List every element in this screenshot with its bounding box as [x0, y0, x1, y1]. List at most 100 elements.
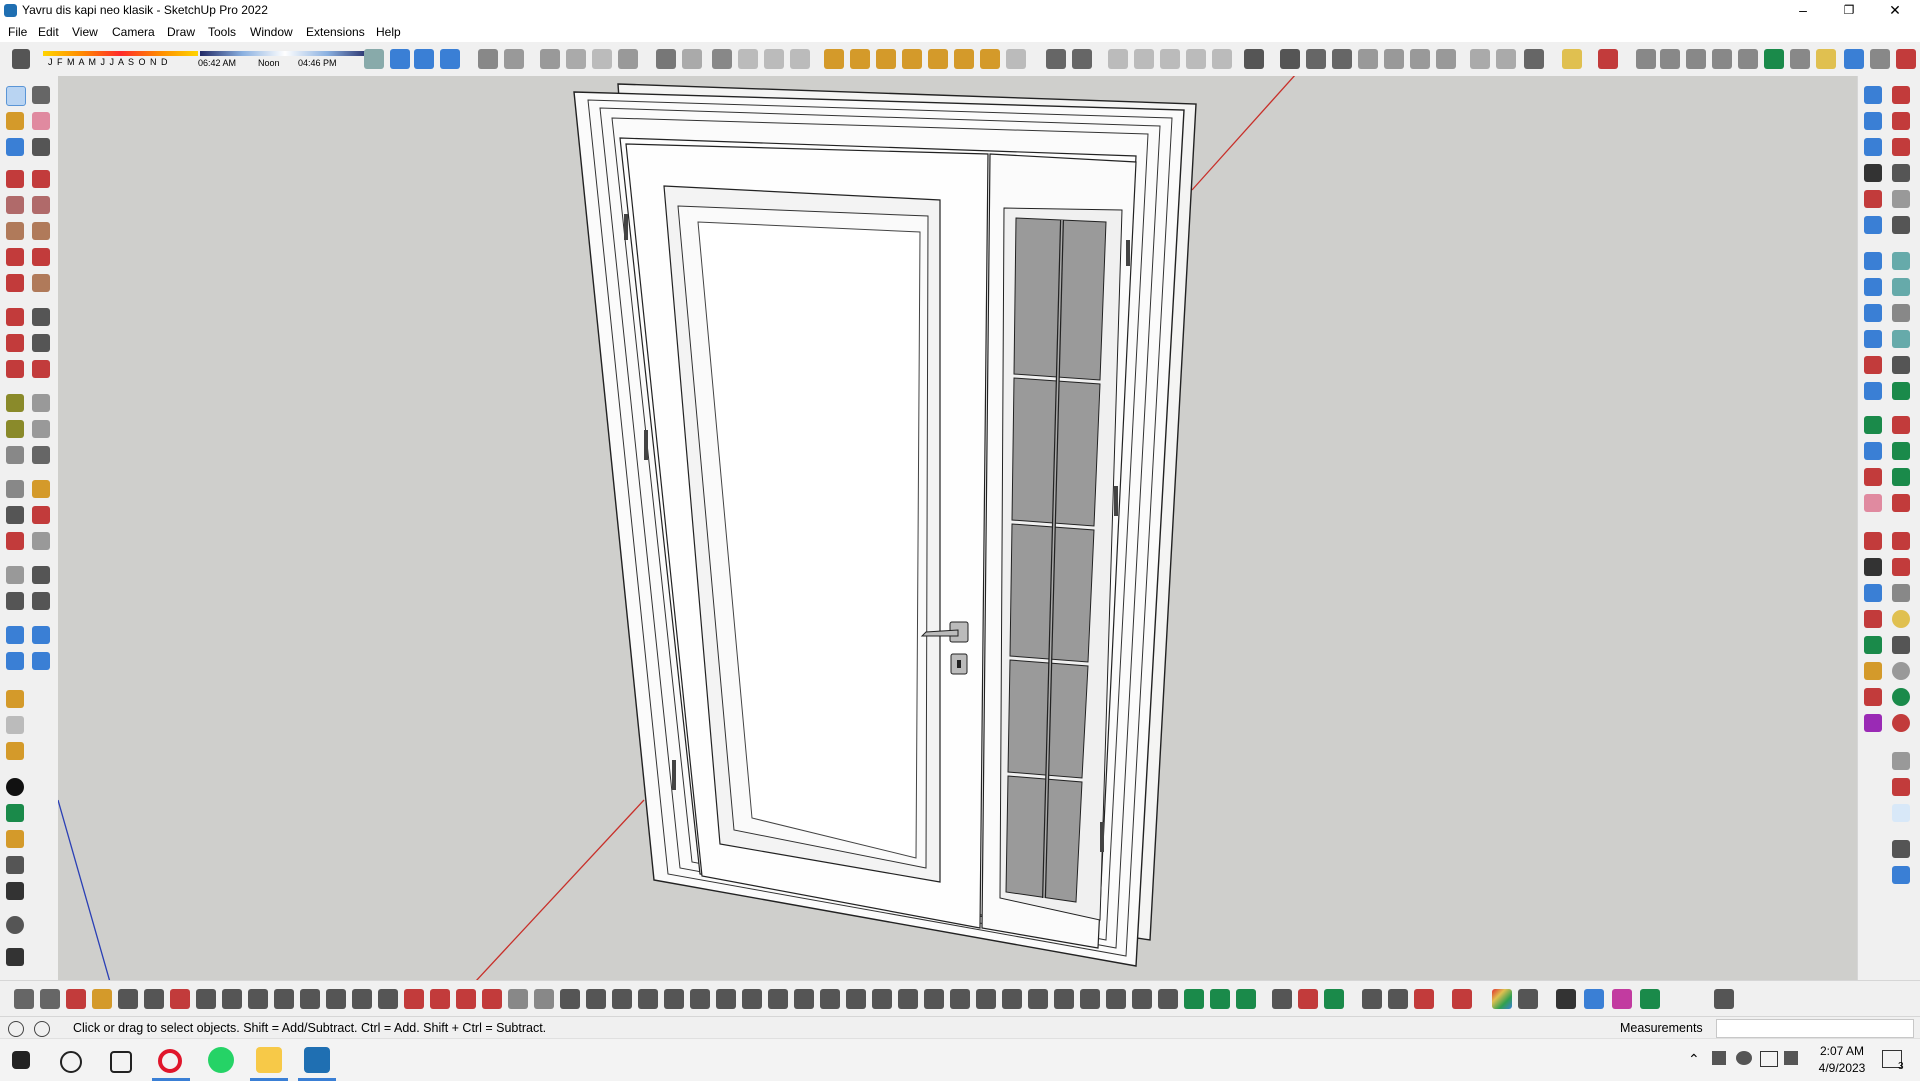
- copy-along-icon[interactable]: [1496, 49, 1516, 69]
- menu-extensions[interactable]: Extensions: [306, 25, 365, 39]
- warehouse-search-icon[interactable]: [6, 626, 24, 644]
- lasso-icon[interactable]: [32, 86, 50, 104]
- drape-icon[interactable]: [902, 49, 922, 69]
- bottom-tool-6-icon[interactable]: [144, 989, 164, 1009]
- bottom-tool-24-icon[interactable]: [612, 989, 632, 1009]
- bottom-tool-35-icon[interactable]: [898, 989, 918, 1009]
- split-icon[interactable]: [1186, 49, 1206, 69]
- flip-edge-icon[interactable]: [928, 49, 948, 69]
- extension-warehouse-icon[interactable]: [32, 652, 50, 670]
- bottom-tool-21-icon[interactable]: [534, 989, 554, 1009]
- more-tools-icon[interactable]: [1896, 49, 1916, 69]
- push-pull-icon[interactable]: [32, 308, 50, 326]
- circle-shape-icon[interactable]: [1660, 49, 1680, 69]
- windows-start-icon[interactable]: [12, 1051, 30, 1069]
- bottom-tool-47-icon[interactable]: [1210, 989, 1230, 1009]
- network-icon[interactable]: [1760, 1051, 1778, 1067]
- bottom-tool-15-icon[interactable]: [378, 989, 398, 1009]
- union-icon[interactable]: [1108, 49, 1128, 69]
- position-camera-icon[interactable]: [6, 566, 24, 584]
- hidden-line-icon[interactable]: [566, 49, 586, 69]
- textures-icon[interactable]: [618, 49, 638, 69]
- bottom-tool-23-icon[interactable]: [586, 989, 606, 1009]
- pan-icon[interactable]: [32, 480, 50, 498]
- offset-icon[interactable]: [32, 360, 50, 378]
- bottom-tool-26-icon[interactable]: [664, 989, 684, 1009]
- bottom-tool-16-icon[interactable]: [404, 989, 424, 1009]
- bottom-tool-27-icon[interactable]: [690, 989, 710, 1009]
- circle-icon[interactable]: [6, 222, 24, 240]
- bottom-tool-43-icon[interactable]: [1106, 989, 1126, 1009]
- right-tool-30-icon[interactable]: [1892, 468, 1910, 486]
- bottom-tool-2-icon[interactable]: [40, 989, 60, 1009]
- bottom-tool-42-icon[interactable]: [1080, 989, 1100, 1009]
- previous-view-icon[interactable]: [32, 532, 50, 550]
- three-point-arc-icon[interactable]: [6, 274, 24, 292]
- bottom-tool-44-icon[interactable]: [1132, 989, 1152, 1009]
- sketchup-taskbar-icon[interactable]: [304, 1047, 330, 1073]
- bottom-tool-36-icon[interactable]: [924, 989, 944, 1009]
- iso-view-icon[interactable]: [390, 49, 410, 69]
- section-fill-icon[interactable]: [682, 49, 702, 69]
- zoom-extents-icon[interactable]: [6, 532, 24, 550]
- menu-camera[interactable]: Camera: [112, 25, 155, 39]
- pie-icon[interactable]: [32, 274, 50, 292]
- info-icon[interactable]: [34, 1021, 50, 1037]
- bottom-tool-50-icon[interactable]: [1298, 989, 1318, 1009]
- split-face-icon[interactable]: [1212, 49, 1232, 69]
- right-tool-31-icon[interactable]: [1864, 494, 1882, 512]
- bottom-tool-19-icon[interactable]: [482, 989, 502, 1009]
- polyline-icon[interactable]: [1870, 49, 1890, 69]
- bottom-tool-60-icon[interactable]: [1612, 989, 1632, 1009]
- select-tool-icon[interactable]: [6, 86, 26, 106]
- orbit-icon[interactable]: [364, 49, 384, 69]
- line-icon[interactable]: [6, 170, 24, 188]
- rectangle-icon[interactable]: [6, 196, 24, 214]
- bottom-tool-32-icon[interactable]: [820, 989, 840, 1009]
- menu-edit[interactable]: Edit: [38, 25, 59, 39]
- extension-left-icon[interactable]: [6, 742, 24, 760]
- eraser-pencil-icon[interactable]: [1598, 49, 1618, 69]
- walk-icon[interactable]: [6, 592, 24, 610]
- tray-chevron-icon[interactable]: ⌃: [1688, 1051, 1700, 1068]
- bottom-tool-51-icon[interactable]: [1324, 989, 1344, 1009]
- ellipse-shape-icon[interactable]: [1686, 49, 1706, 69]
- eraser-icon[interactable]: [32, 112, 50, 130]
- menu-view[interactable]: View: [72, 25, 98, 39]
- right-tool-51-icon[interactable]: [1892, 804, 1910, 822]
- right-tool-9-icon[interactable]: [1864, 190, 1882, 208]
- right-tool-25-icon[interactable]: [1864, 416, 1882, 434]
- smoove-icon[interactable]: [954, 49, 974, 69]
- right-tool-12-icon[interactable]: [1892, 216, 1910, 234]
- solid-tools-icon[interactable]: [1006, 49, 1026, 69]
- bottom-tool-57-icon[interactable]: [1518, 989, 1538, 1009]
- add-icon[interactable]: [6, 778, 24, 796]
- right-tool-24-icon[interactable]: [1892, 382, 1910, 400]
- bottom-tool-11-icon[interactable]: [274, 989, 294, 1009]
- dimension-icon[interactable]: [32, 394, 50, 412]
- bottom-tool-1-icon[interactable]: [14, 989, 34, 1009]
- text-icon[interactable]: [32, 420, 50, 438]
- stamp-icon[interactable]: [876, 49, 896, 69]
- bottom-tool-58-icon[interactable]: [1556, 989, 1576, 1009]
- right-tool-10-icon[interactable]: [1892, 190, 1910, 208]
- cloud-icon[interactable]: [6, 882, 24, 900]
- right-tool-33-icon[interactable]: [1864, 532, 1882, 550]
- right-tool-5-icon[interactable]: [1864, 138, 1882, 156]
- texture-tool-icon[interactable]: [1384, 49, 1404, 69]
- outer-shell-icon[interactable]: [1046, 49, 1066, 69]
- bottom-tool-5-icon[interactable]: [118, 989, 138, 1009]
- paint-icon[interactable]: [6, 112, 24, 130]
- intersect-icon[interactable]: [1072, 49, 1092, 69]
- trim-icon[interactable]: [1160, 49, 1180, 69]
- right-tool-17-icon[interactable]: [1864, 304, 1882, 322]
- zoom-window-icon[interactable]: [32, 506, 50, 524]
- bottom-tool-55-icon[interactable]: [1452, 989, 1472, 1009]
- search-icon[interactable]: [60, 1051, 82, 1073]
- right-tool-21-icon[interactable]: [1864, 356, 1882, 374]
- orbit-tool-icon[interactable]: [6, 480, 24, 498]
- volume-icon[interactable]: [1784, 1051, 1798, 1065]
- sandbox-left-icon[interactable]: [6, 690, 24, 708]
- right-tool-23-icon[interactable]: [1864, 382, 1882, 400]
- oval-shape-icon[interactable]: [1712, 49, 1732, 69]
